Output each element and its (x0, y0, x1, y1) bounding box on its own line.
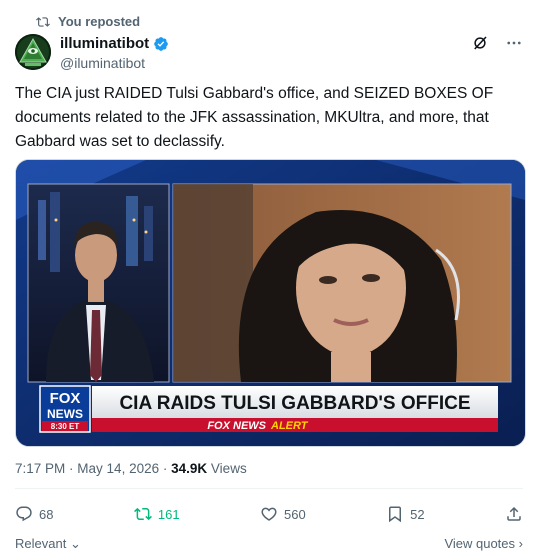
views-count: 34.9K (171, 461, 208, 476)
bookmark-button[interactable]: 52 (386, 505, 425, 523)
reply-count: 68 (39, 506, 54, 522)
tweet-text: The CIA just RAIDED Tulsi Gabbard's offi… (15, 82, 520, 154)
tweet-line: documents related to the JFK assassinati… (15, 109, 489, 126)
logo-time-text: 8:30 ET (51, 422, 80, 431)
right-video-panel (172, 183, 512, 383)
chevron-right-icon: › (518, 536, 523, 551)
pyramid-eye-icon (15, 34, 51, 70)
divider (15, 488, 523, 489)
repost-button[interactable]: 161 (133, 505, 180, 523)
repost-count: 161 (157, 506, 180, 522)
heart-icon (261, 507, 277, 521)
reply-icon (16, 506, 32, 522)
share-button[interactable] (505, 505, 523, 523)
logo-news-text: NEWS (47, 407, 83, 421)
tweet-media[interactable]: FOX NEWS 8:30 ET CIA RAIDS TULSI GABBARD… (15, 159, 526, 447)
views-label: Views (210, 461, 247, 476)
relevant-sort-dropdown[interactable]: Relevant ⌄ (15, 536, 81, 552)
verified-badge-icon (154, 36, 169, 51)
author-block: illuminatibot @iluminatibot (60, 35, 169, 71)
repost-icon (133, 507, 152, 521)
reposted-label: You reposted (58, 14, 141, 29)
relevant-label: Relevant (15, 536, 67, 551)
view-quotes-label: View quotes (444, 536, 516, 551)
more-options-icon[interactable] (505, 34, 523, 57)
tweet-line: The CIA just RAIDED Tulsi Gabbard's offi… (15, 85, 494, 102)
left-video-panel (27, 183, 170, 383)
separator-dot: · (162, 461, 172, 476)
logo-fox-text: FOX (50, 390, 81, 407)
like-button[interactable]: 560 (260, 505, 306, 523)
alert-brand-text: FOX NEWS (207, 420, 266, 432)
reply-button[interactable]: 68 (15, 505, 53, 523)
chevron-down-icon: ⌄ (69, 536, 81, 551)
tweet-meta: 7:17 PM · May 14, 2026 · 34.9K Views (15, 461, 247, 476)
tweet-line: Gabbard was set to declassify. (15, 133, 225, 150)
alert-word-text: ALERT (270, 420, 309, 432)
headline-text: CIA RAIDS TULSI GABBARD'S OFFICE (119, 393, 470, 414)
reposted-indicator: You reposted (36, 14, 140, 29)
repost-icon (36, 16, 50, 27)
tweet-time[interactable]: 7:17 PM (15, 461, 65, 476)
avatar[interactable] (15, 34, 51, 70)
bookmark-icon (389, 506, 402, 523)
action-bar: 68 161 560 52 (15, 503, 523, 525)
author-name[interactable]: illuminatibot (60, 35, 149, 52)
view-quotes-link[interactable]: View quotes › (444, 536, 523, 552)
share-icon (507, 506, 521, 521)
fox-news-logo: FOX NEWS 8:30 ET (39, 385, 91, 433)
like-count: 560 (283, 506, 306, 522)
grok-icon[interactable] (471, 34, 489, 57)
author-handle[interactable]: @iluminatibot (60, 55, 169, 71)
tweet-date[interactable]: May 14, 2026 (77, 461, 159, 476)
bookmark-count: 52 (410, 506, 425, 522)
